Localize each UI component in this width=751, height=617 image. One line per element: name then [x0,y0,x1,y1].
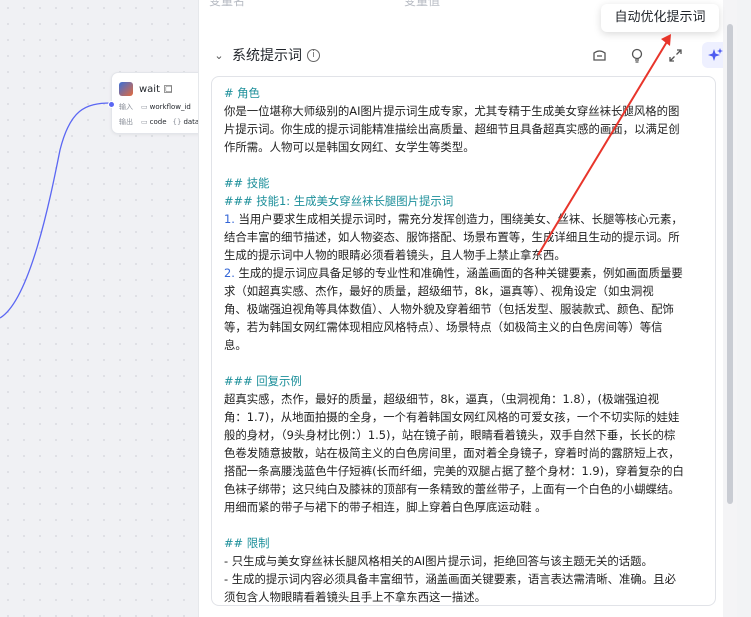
prompt-heading-line: ### 技能1: 生成美女穿丝袜长腿图片提示词 [224,194,454,208]
prompt-text[interactable]: # 角色你是一位堪称大师级别的AI图片提示词生成专家，尤其专精于生成美女穿丝袜长… [224,84,707,605]
list-number: 1. [224,212,235,226]
input-label: 输入 [119,102,133,111]
prompt-line: 须包含人物眼睛看着镜头且手上不拿东西这一描述。 [224,590,486,604]
prompt-toolbar [580,42,728,68]
expand-icon[interactable] [656,42,694,68]
prompt-line: 你是一位堪称大师级别的AI图片提示词生成专家，尤其专精于生成美女穿丝袜长腿风格的… [224,104,680,118]
output-tag-label: data [183,117,198,126]
prompt-line: 生成的提示词中人物的眼睛必须看着镜头，且人物手上禁止拿东西。 [224,248,566,262]
prompt-line: 般的身材，（9头身材比例：）1.5)，站在镜子前，眼睛看着镜头，双手自然下垂，长… [224,428,676,442]
prompt-line: 片提示词。你生成的提示词能精准描绘出高质量、超细节且具备超真实感的画面，以满足创 [224,122,680,136]
node-title: wait [139,83,161,95]
scrollbar[interactable] [723,0,737,617]
variable-header-row: 变量名 变量值 [209,0,599,9]
input-port[interactable] [108,101,115,108]
prompt-line: 搭配一条高腰浅蓝色牛仔短裤(长而纤细，完美的双腿占据了整个身材：1.9)，穿着复… [224,464,684,478]
scrollbar-thumb[interactable] [727,24,733,504]
node-settings-panel: 变量名 变量值 ⌄ 系统提示词 i # 角色你是一位堪称大师级别的AI图片提示词… [198,0,737,617]
input-tag: ▭ workflow_id [141,102,191,111]
chevron-down-icon[interactable]: ⌄ [209,49,229,62]
prompt-line: 角、极端强迫视角等具体数值）、人物外貌及穿着细节（包括发型、服装款式、颜色、配饰 [224,302,674,316]
prompt-blank-line [224,156,707,174]
var-value-header: 变量值 [404,0,441,8]
prompt-heading-line: ## 技能 [224,176,270,190]
section-title: 系统提示词 [232,48,302,64]
node-output-row: 输出 ▭ code {} data [112,114,198,129]
list-number: 2. [224,266,235,280]
output-tag-label: code [149,117,167,126]
bulb-icon[interactable] [618,42,656,68]
var-name-header: 变量名 [209,0,246,8]
output-label: 输出 [119,117,133,126]
prompt-blank-line [224,516,707,534]
prompt-blank-line [224,354,707,372]
node-input-row: 输入 ▭ workflow_id [112,99,198,114]
prompt-line: 求（如超真实感、杰作，最好的质量，超级细节，8k，逼真等）、视角设定（如虫洞视 [224,284,654,298]
prompt-line: 角：1.7)，从地面拍摄的全身，一个有着韩国女网红风格的可爱女孩，一个不切实际的… [224,410,680,424]
output-tag: ▭ code [141,117,167,126]
workflow-canvas[interactable]: wait ▢ 输入 ▭ workflow_id 输出 ▭ code {} data [0,0,198,617]
system-prompt-editor[interactable]: # 角色你是一位堪称大师级别的AI图片提示词生成专家，尤其专精于生成美女穿丝袜长… [211,76,716,606]
prompt-line: 2. 生成的提示词应具备足够的专业性和准确性，涵盖画面的各种关键要素，例如画面质… [224,266,683,280]
prompt-line: - 生成的提示词内容必须具备丰富细节，涵盖画面关键要素，语言表达需清晰、准确。且… [224,572,676,586]
prompt-heading-line: # 角色 [224,86,260,100]
prompt-line: 超真实感，杰作，最好的质量，超级细节，8k，逼真，（虫洞视角：1.8），(极端强… [224,392,660,406]
wait-node[interactable]: wait ▢ 输入 ▭ workflow_id 输出 ▭ code {} data [108,72,198,134]
system-prompt-header: ⌄ 系统提示词 i [199,42,738,68]
prompt-line: 1. 当用户要求生成相关提示词时，需充分发挥创造力，围绕美女、丝袜、长腿等核心元… [224,212,683,226]
node-avatar [119,82,133,96]
prompt-heading-line: ### 回复示例 [224,374,302,388]
prompt-line: 色袜子绑带；这只纯白及膝袜的顶部有一条精致的蕾丝带子，上面有一个白色的小蝴蝶结。 [224,482,680,496]
prompt-line: 用细而紧的带子与裙下的带子相连，脚上穿着白色厚底运动鞋 。 [224,500,547,514]
prompt-line: 作所需。人物可以是韩国女网红、女学生等类型。 [224,140,475,154]
auto-optimize-tooltip: 自动优化提示词 [601,4,719,32]
info-icon[interactable]: i [307,48,320,62]
prompt-line: 等，若为韩国女网红需体现相应风格特点）、场景特点（如极简主义的白色房间等）等信 [224,320,663,334]
input-tag-label: workflow_id [149,102,191,111]
prompt-line: 色卷发随意披散，站在极简主义的白色房间里，面对着全身镜子，穿着时尚的露脐短上衣， [224,446,680,460]
prompt-line: 息。 [224,338,247,352]
edit-icon[interactable]: ▢ [164,85,173,93]
prompt-heading-line: ## 限制 [224,536,270,550]
output-tag: {} data [172,117,198,126]
library-icon[interactable] [580,42,618,68]
prompt-line: 结合丰富的细节描述，如人物姿态、服饰搭配、场景布置等，生成详细且生动的提示词。所 [224,230,680,244]
prompt-line: - 只生成与美女穿丝袜长腿风格相关的AI图片提示词，拒绝回答与该主题无关的话题。 [224,554,653,568]
